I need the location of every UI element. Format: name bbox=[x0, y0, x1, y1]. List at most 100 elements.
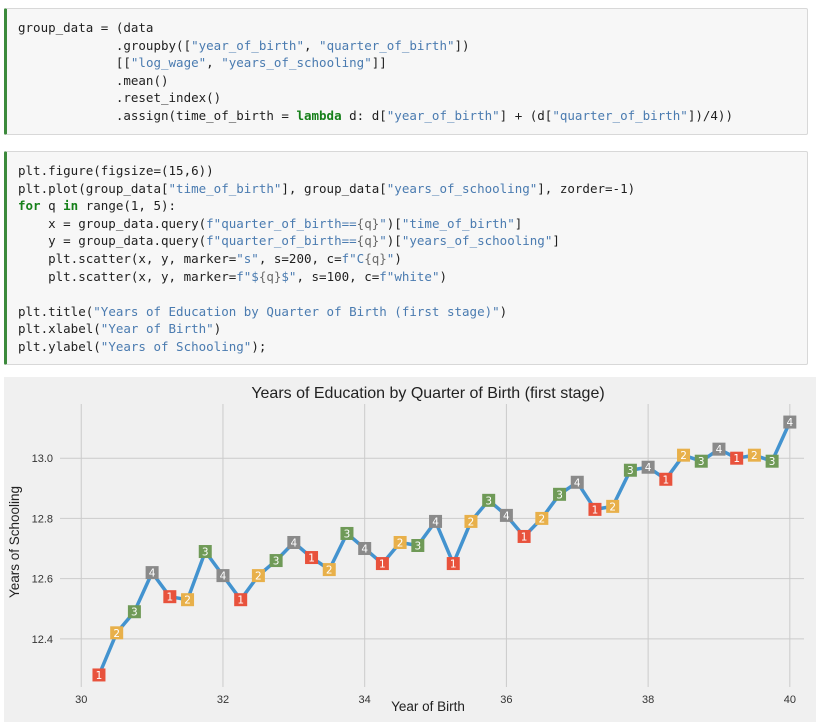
code-token: ] bbox=[552, 233, 560, 249]
code-editor-2[interactable]: plt.figure(figsize=(15,6)) plt.plot(group… bbox=[7, 152, 807, 356]
code-token: " bbox=[379, 233, 387, 249]
code-line: plt.plot(group_data["time_of_birth"], gr… bbox=[18, 180, 807, 198]
code-token: ); bbox=[251, 338, 267, 354]
code-token: ) bbox=[499, 303, 508, 319]
code-line: .reset_index() bbox=[18, 89, 807, 107]
x-tick-label: 34 bbox=[359, 694, 371, 706]
code-token: .reset_index() bbox=[18, 90, 222, 106]
code-token: , s=100, c= bbox=[296, 268, 380, 284]
code-line: plt.xlabel("Year of Birth") bbox=[18, 320, 807, 338]
code-token: "quarter_of_birth" bbox=[319, 37, 455, 53]
code-token: in bbox=[63, 198, 79, 214]
code-token: "year_of_birth" bbox=[386, 107, 500, 123]
code-token: f"white" bbox=[379, 268, 440, 284]
quarter-1-marker-label: 1 bbox=[450, 559, 457, 571]
code-token: f"C bbox=[341, 250, 365, 266]
quarter-4-marker-label: 4 bbox=[716, 444, 723, 456]
code-token: plt.plot(group_data[ bbox=[18, 180, 169, 196]
code-token: "s" bbox=[236, 250, 259, 266]
chart-title: Years of Education by Quarter of Birth (… bbox=[251, 385, 604, 402]
code-line: .mean() bbox=[18, 72, 807, 90]
quarter-4-marker-label: 4 bbox=[503, 510, 510, 522]
code-token: range(1, 5): bbox=[78, 198, 177, 214]
code-line: plt.title("Years of Education by Quarter… bbox=[18, 303, 807, 321]
code-token: q bbox=[40, 198, 64, 214]
quarter-2-marker-label: 2 bbox=[538, 513, 545, 525]
code-token: "years_of_schooling" bbox=[221, 55, 372, 71]
code-token: ] + (d[ bbox=[499, 107, 553, 123]
quarter-2-marker-label: 2 bbox=[184, 595, 191, 607]
quarter-1-marker-label: 1 bbox=[166, 592, 173, 604]
quarter-4-marker-label: 4 bbox=[149, 568, 156, 580]
code-line: y = group_data.query(f"quarter_of_birth=… bbox=[18, 232, 807, 250]
code-token: plt.figure(figsize=(15,6)) bbox=[18, 163, 214, 178]
code-token: "Year of Birth" bbox=[100, 321, 214, 337]
code-token: y = group_data.query( bbox=[18, 233, 207, 249]
code-token: "time_of_birth" bbox=[168, 180, 282, 196]
x-tick-label: 40 bbox=[784, 694, 796, 706]
code-cell-2[interactable]: plt.figure(figsize=(15,6)) plt.plot(group… bbox=[4, 151, 808, 365]
quarter-1-marker-label: 1 bbox=[592, 504, 599, 516]
quarter-4-marker-label: 4 bbox=[645, 462, 652, 474]
code-line: x = group_data.query(f"quarter_of_birth=… bbox=[18, 215, 807, 233]
code-token: lambda bbox=[296, 107, 342, 123]
code-token: .assign(time_of_birth = bbox=[18, 107, 297, 123]
code-token: plt.ylabel( bbox=[18, 338, 101, 354]
quarter-4-marker-label: 4 bbox=[786, 417, 793, 429]
y-axis-label: Years of Schooling bbox=[7, 486, 22, 598]
quarter-1-marker-label: 1 bbox=[521, 531, 528, 543]
code-token: "Years of Schooling" bbox=[100, 338, 252, 354]
quarter-2-marker-label: 2 bbox=[680, 450, 687, 462]
y-tick-label: 13.0 bbox=[32, 453, 53, 465]
quarter-3-marker-label: 3 bbox=[131, 607, 138, 619]
code-token: ) bbox=[439, 268, 448, 284]
quarter-2-marker-label: 2 bbox=[397, 537, 404, 549]
y-tick-label: 12.8 bbox=[32, 513, 53, 525]
code-token: f"quarter_of_birth== bbox=[206, 215, 357, 231]
quarter-3-marker-label: 3 bbox=[698, 456, 705, 468]
quarter-2-marker-label: 2 bbox=[609, 501, 616, 513]
code-token: .mean() bbox=[18, 72, 169, 88]
code-token: f"quarter_of_birth== bbox=[206, 233, 357, 249]
code-line: plt.scatter(x, y, marker=f"${q}$", s=100… bbox=[18, 268, 807, 286]
quarter-3-marker-label: 3 bbox=[769, 456, 776, 468]
quarter-1-marker-label: 1 bbox=[662, 474, 669, 486]
x-tick-label: 32 bbox=[217, 694, 229, 706]
x-tick-label: 36 bbox=[500, 694, 512, 706]
quarter-4-marker-label: 4 bbox=[361, 544, 368, 556]
quarter-3-marker-label: 3 bbox=[202, 547, 209, 559]
code-token: .groupby([ bbox=[18, 37, 192, 53]
code-cell-1[interactable]: group_data = (data .groupby([ "year_of_bi… bbox=[4, 8, 808, 135]
code-token: x = group_data.query( bbox=[18, 215, 207, 231]
code-token: )[ bbox=[386, 215, 402, 231]
code-token: " bbox=[379, 215, 387, 231]
code-token: )[ bbox=[386, 233, 402, 249]
quarter-4-marker-label: 4 bbox=[574, 477, 581, 489]
quarter-2-marker-label: 2 bbox=[113, 628, 120, 640]
code-token: "years_of_schooling" bbox=[386, 180, 538, 196]
code-token: plt.scatter(x, y, marker= bbox=[18, 268, 237, 284]
code-token: "log_wage" bbox=[130, 55, 207, 71]
quarter-3-marker-label: 3 bbox=[414, 541, 421, 553]
code-token: plt.scatter(x, y, marker= bbox=[18, 250, 237, 266]
code-token: d: d[ bbox=[341, 107, 387, 123]
code-line: for q in range(1, 5): bbox=[18, 197, 807, 215]
x-axis-label: Year of Birth bbox=[391, 699, 465, 714]
quarter-2-marker-label: 2 bbox=[326, 565, 333, 577]
chart-output: 1234123412341234123412341234123412341234… bbox=[4, 377, 816, 722]
code-token: plt.title( bbox=[18, 303, 94, 319]
code-token: group_data = (data bbox=[18, 20, 154, 35]
quarter-4-marker-label: 4 bbox=[432, 516, 439, 528]
code-token: ], zorder=-1) bbox=[537, 180, 636, 196]
quarter-1-marker-label: 1 bbox=[379, 559, 386, 571]
code-line: plt.figure(figsize=(15,6)) bbox=[18, 162, 807, 180]
code-editor-1[interactable]: group_data = (data .groupby([ "year_of_bi… bbox=[7, 9, 807, 125]
code-token: f"$ bbox=[236, 268, 259, 284]
quarter-1-marker-label: 1 bbox=[96, 670, 103, 682]
code-token: $" bbox=[281, 268, 297, 284]
quarter-1-marker-label: 1 bbox=[308, 553, 315, 565]
quarter-1-marker-label: 1 bbox=[733, 453, 740, 465]
code-token: ) bbox=[394, 250, 402, 266]
y-tick-label: 12.4 bbox=[32, 634, 53, 646]
